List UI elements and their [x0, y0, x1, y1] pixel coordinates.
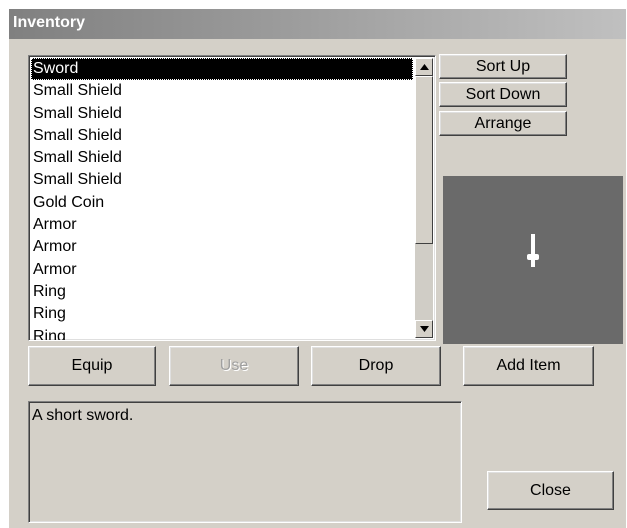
list-item[interactable]: Small Shield [31, 125, 413, 147]
list-item[interactable]: Armor [31, 259, 413, 281]
sort-down-button[interactable]: Sort Down [439, 82, 567, 107]
arrow-up-icon [419, 64, 429, 70]
add-item-button[interactable]: Add Item [463, 346, 594, 386]
sort-up-button[interactable]: Sort Up [439, 54, 567, 79]
equip-button[interactable]: Equip [28, 346, 156, 386]
arrange-button[interactable]: Arrange [439, 111, 567, 136]
list-item[interactable]: Small Shield [31, 103, 413, 125]
list-scrollbar[interactable] [415, 58, 433, 338]
drop-button[interactable]: Drop [311, 346, 441, 386]
close-button[interactable]: Close [487, 471, 614, 510]
short-sword-icon [527, 234, 539, 267]
scroll-up-button[interactable] [415, 58, 433, 76]
inventory-window: Inventory Sword Small Shield Small Shiel… [9, 9, 626, 528]
use-button[interactable]: Use [169, 346, 299, 386]
list-item[interactable]: Gold Coin [31, 192, 413, 214]
list-item[interactable]: Armor [31, 236, 413, 258]
list-item[interactable]: Small Shield [31, 169, 413, 191]
window-title: Inventory [13, 14, 86, 31]
item-description-box: A short sword. [28, 401, 462, 523]
list-item[interactable]: Ring [31, 326, 413, 340]
inventory-listbox[interactable]: Sword Small Shield Small Shield Small Sh… [28, 55, 436, 341]
list-item[interactable]: Armor [31, 214, 413, 236]
scroll-thumb[interactable] [415, 76, 433, 244]
item-preview [443, 176, 623, 344]
arrow-down-icon [419, 326, 429, 332]
scroll-down-button[interactable] [415, 320, 433, 338]
title-bar[interactable]: Inventory [9, 9, 626, 39]
list-item[interactable]: Small Shield [31, 80, 413, 102]
list-item[interactable]: Ring [31, 281, 413, 303]
list-item[interactable]: Small Shield [31, 147, 413, 169]
list-item[interactable]: Sword [31, 58, 413, 81]
inventory-list: Sword Small Shield Small Shield Small Sh… [31, 58, 413, 340]
list-item[interactable]: Ring [31, 303, 413, 325]
item-description: A short sword. [32, 407, 134, 424]
